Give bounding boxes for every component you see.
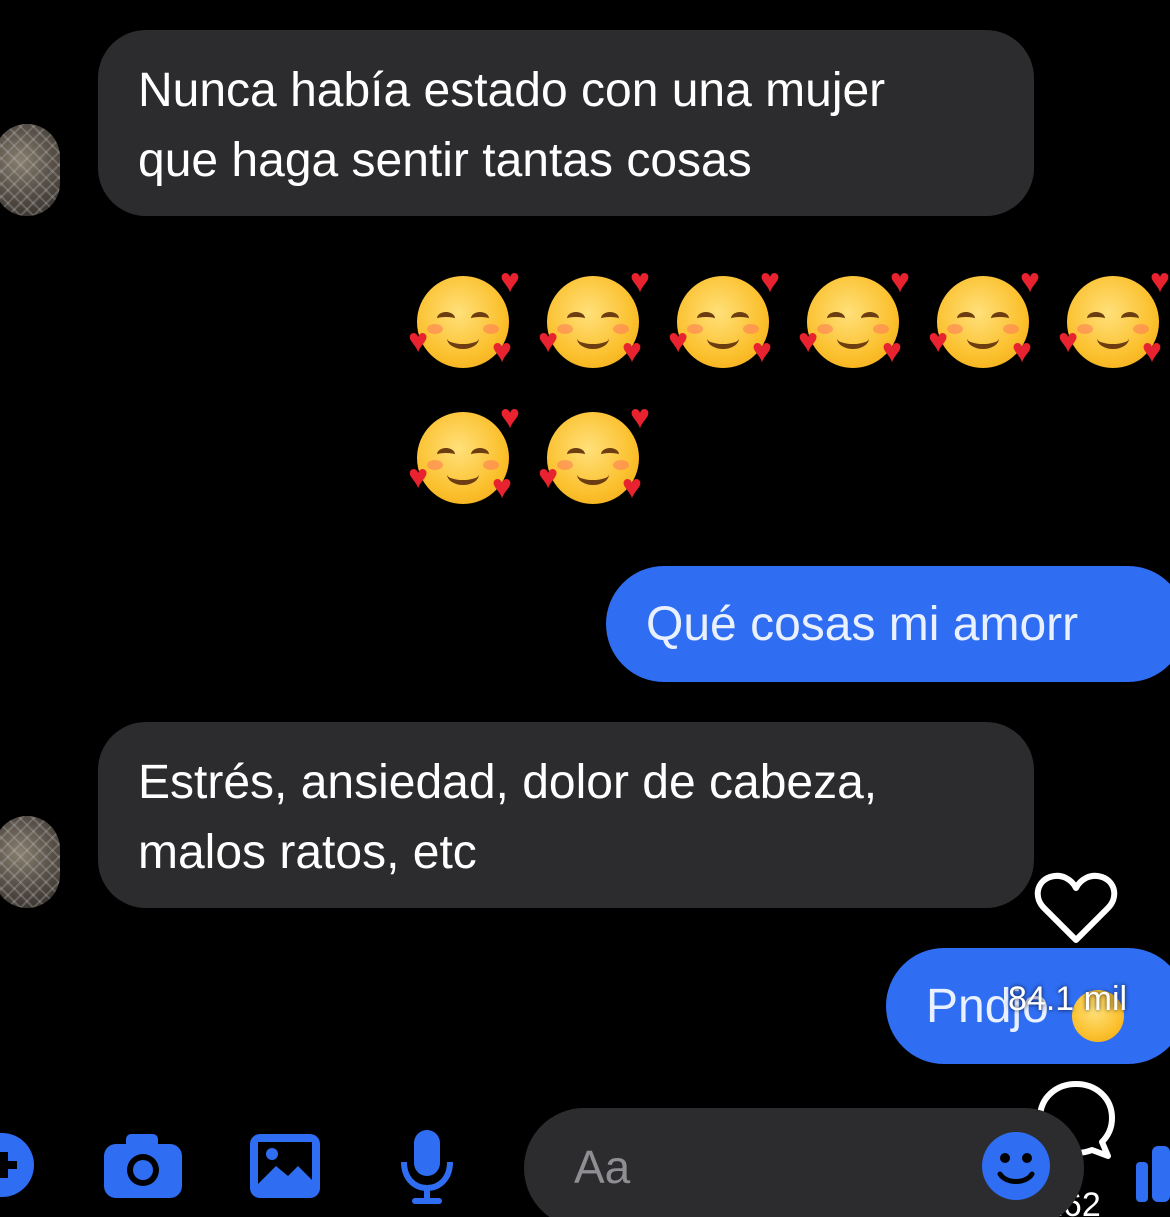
outgoing-message-bubble: Qué cosas mi amorr [606, 566, 1170, 682]
emoji-message-row: ♥ ♥ ♥ ♥ ♥ ♥ [408, 398, 650, 506]
incoming-message-bubble: Nunca había estado con una mujer que hag… [98, 30, 1034, 216]
smiling-face-with-hearts-emoji: ♥ ♥ ♥ [538, 262, 650, 370]
emoji-icon[interactable] [980, 1130, 1052, 1202]
incoming-message-bubble: Estrés, ansiedad, dolor de cabeza, malos… [98, 722, 1034, 908]
smiling-face-with-hearts-emoji: ♥ ♥ ♥ [1058, 262, 1170, 370]
message-input-placeholder: Aa [574, 1141, 631, 1193]
message-text: Qué cosas mi amorr [646, 598, 1079, 651]
like-thumb-icon[interactable] [1134, 1140, 1170, 1204]
message-line: Nunca había estado con una mujer [138, 64, 886, 117]
image-icon[interactable] [248, 1132, 322, 1200]
smiling-face-with-hearts-emoji: ♥ ♥ ♥ [538, 398, 650, 506]
heart-outline-icon[interactable] [1034, 872, 1118, 946]
message-line: Estrés, ansiedad, dolor de cabeza, [138, 756, 878, 809]
contact-avatar[interactable] [0, 816, 60, 908]
emoji-message-row: ♥ ♥ ♥ ♥ ♥ ♥ ♥ ♥ ♥ ♥ ♥ ♥ ♥ ♥ ♥ ♥ ♥ ♥ [408, 262, 1170, 370]
chat-screen: Nunca había estado con una mujer que hag… [0, 0, 1170, 1217]
camera-icon[interactable] [102, 1132, 184, 1200]
message-line: que haga sentir tantas cosas [138, 134, 752, 187]
smiling-face-with-hearts-emoji: ♥ ♥ ♥ [798, 262, 910, 370]
smiling-face-with-hearts-emoji: ♥ ♥ ♥ [928, 262, 1040, 370]
smiling-face-with-hearts-emoji: ♥ ♥ ♥ [408, 262, 520, 370]
like-count: 84.1 mil [1008, 980, 1128, 1018]
smiling-face-with-hearts-emoji: ♥ ♥ ♥ [668, 262, 780, 370]
contact-avatar[interactable] [0, 124, 60, 216]
smiling-face-with-hearts-emoji: ♥ ♥ ♥ [408, 398, 520, 506]
plus-icon[interactable] [0, 1130, 38, 1200]
message-line: malos ratos, etc [138, 826, 477, 879]
microphone-icon[interactable] [396, 1128, 458, 1206]
